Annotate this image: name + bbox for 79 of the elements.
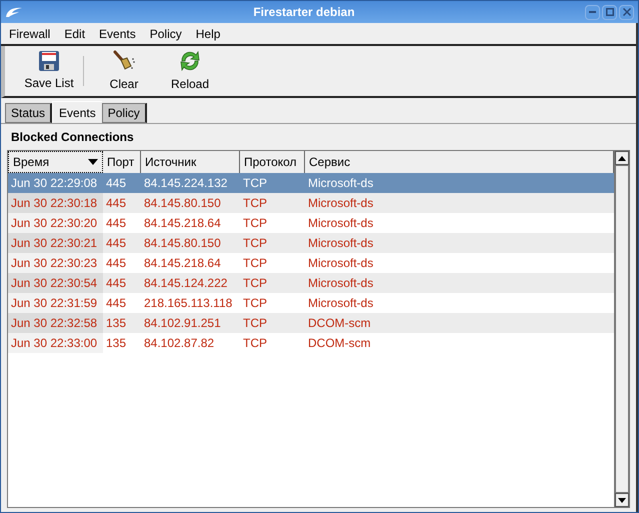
table-cell-text: 84.145.80.150 bbox=[143, 235, 222, 252]
tab[interactable]: Status bbox=[5, 103, 52, 123]
column-header[interactable]: Порт bbox=[103, 151, 141, 173]
table-row[interactable]: Jun 30 22:30:54 445 84.145.124.222 TCP Microsoft-ds bbox=[8, 273, 614, 293]
table-row[interactable]: Jun 30 22:30:21 445 84.145.80.150 TCP Microsoft-ds bbox=[8, 233, 614, 253]
table-cell-text: 84.145.80.150 bbox=[143, 195, 222, 212]
toolbar-button[interactable]: Reload bbox=[160, 49, 220, 93]
section-title: Blocked Connections bbox=[10, 129, 135, 146]
table-cell-text: TCP bbox=[242, 315, 268, 332]
table-cell-text: Microsoft-ds bbox=[307, 195, 374, 212]
minimize-icon bbox=[589, 11, 596, 13]
table-cell-text: Microsoft-ds bbox=[307, 175, 374, 192]
maximize-button[interactable] bbox=[602, 4, 617, 20]
table-cell: Jun 30 22:32:58 bbox=[8, 313, 103, 333]
table-cell: Jun 30 22:30:18 bbox=[8, 193, 103, 213]
table-cell: Jun 30 22:30:54 bbox=[8, 273, 103, 293]
scroll-up-icon bbox=[618, 156, 626, 160]
table-cell-text: 445 bbox=[105, 175, 128, 192]
menu-item[interactable]: Policy bbox=[150, 24, 182, 42]
table-cell-text: 135 bbox=[105, 315, 128, 332]
menu-item[interactable]: Events bbox=[99, 24, 136, 42]
table-cell-text: TCP bbox=[242, 295, 268, 312]
table-cell-text: Jun 30 22:29:08 bbox=[10, 175, 98, 192]
table-cell-text: 84.102.87.82 bbox=[143, 335, 216, 352]
table-cell-text: Microsoft-ds bbox=[307, 275, 374, 292]
table-cell-text: 445 bbox=[105, 235, 128, 252]
table-cell-text: Microsoft-ds bbox=[307, 295, 374, 312]
table-row[interactable]: Jun 30 22:32:58 135 84.102.91.251 TCP DCOM-scm bbox=[8, 313, 614, 333]
table-cell-text: TCP bbox=[242, 195, 268, 212]
maximize-icon bbox=[606, 8, 614, 16]
table-row[interactable]: Jun 30 22:30:18 445 84.145.80.150 TCP Microsoft-ds bbox=[8, 193, 614, 213]
table-cell-text: 218.165.113.118 bbox=[143, 295, 234, 312]
table-cell-text: Microsoft-ds bbox=[307, 215, 374, 232]
menu-item[interactable]: Edit bbox=[64, 24, 86, 42]
reload-arrows-icon bbox=[178, 49, 202, 73]
column-header[interactable]: Источник bbox=[141, 151, 240, 173]
table-cell-text: 445 bbox=[105, 215, 128, 232]
minimize-button[interactable] bbox=[585, 4, 600, 20]
table-cell-text: DCOM-scm bbox=[307, 315, 372, 332]
table-cell-text: 84.145.224.132 bbox=[143, 175, 228, 192]
table-cell: Jun 30 22:30:21 bbox=[8, 233, 103, 253]
column-header[interactable]: Протокол bbox=[240, 151, 305, 173]
menu-item[interactable]: Help bbox=[196, 24, 220, 42]
table-cell-text: 84.145.124.222 bbox=[143, 275, 228, 292]
table-cell-text: 445 bbox=[105, 255, 128, 272]
sort-down-icon bbox=[88, 159, 98, 165]
table-cell-text: 84.145.218.64 bbox=[143, 215, 222, 232]
table-cell-text: TCP bbox=[242, 175, 268, 192]
table-cell-text: TCP bbox=[242, 275, 268, 292]
table-cell-text: DCOM-scm bbox=[307, 335, 372, 352]
table-cell-text: TCP bbox=[242, 335, 268, 352]
table-cell-text: Microsoft-ds bbox=[307, 255, 374, 272]
menu-item[interactable]: Firewall bbox=[9, 24, 50, 42]
scroll-down-icon bbox=[618, 498, 626, 502]
table-cell-text: 84.145.218.64 bbox=[143, 255, 222, 272]
window-title: Firestarter debian bbox=[252, 4, 356, 21]
close-button[interactable] bbox=[619, 4, 634, 20]
tab[interactable]: Policy bbox=[102, 103, 147, 123]
table-cell: Jun 30 22:33:00 bbox=[8, 333, 103, 353]
table-cell-text: 445 bbox=[105, 295, 128, 312]
table-cell: Jun 30 22:30:23 bbox=[8, 253, 103, 273]
table-cell-text: TCP bbox=[242, 235, 268, 252]
table-cell: Jun 30 22:31:59 bbox=[8, 293, 103, 313]
scrollbar[interactable] bbox=[614, 151, 629, 507]
table-cell-text: 135 bbox=[105, 335, 128, 352]
table-cell-text: 445 bbox=[105, 195, 128, 212]
table-cell-text: Microsoft-ds bbox=[307, 235, 374, 252]
flame-logo-icon bbox=[5, 6, 23, 18]
close-icon bbox=[622, 8, 630, 16]
table-cell-text: 445 bbox=[105, 275, 128, 292]
table-cell-text: 84.102.91.251 bbox=[143, 315, 222, 332]
column-header[interactable]: Сервис bbox=[305, 151, 614, 173]
tab[interactable]: Events bbox=[52, 101, 102, 123]
column-header[interactable]: Время bbox=[8, 151, 103, 173]
table-cell: Jun 30 22:30:20 bbox=[8, 213, 103, 233]
toolbar-button[interactable]: Save List bbox=[19, 50, 79, 92]
table-cell-text: TCP bbox=[242, 255, 268, 272]
table-cell-text: TCP bbox=[242, 215, 268, 232]
toolbar-button[interactable]: Clear bbox=[94, 49, 154, 93]
